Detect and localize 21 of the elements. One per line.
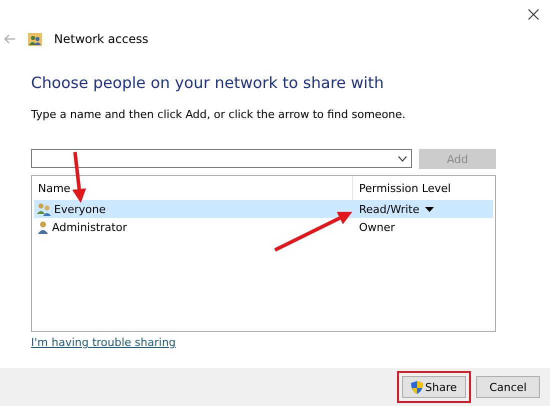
people-icon <box>37 202 51 216</box>
list-row[interactable]: Everyone Read/Write <box>34 200 493 218</box>
dialog-button[interactable]: Cancel <box>476 376 540 398</box>
list-row[interactable]: Administrator Owner <box>34 218 493 236</box>
person-name: Administrator <box>52 220 127 234</box>
window-title: Network access <box>54 32 148 46</box>
permission-level: Read/Write <box>359 202 420 216</box>
column-header[interactable]: Name <box>32 176 352 200</box>
name-combo-field[interactable] <box>31 149 412 168</box>
close-icon[interactable] <box>528 8 538 20</box>
annotation-arrow <box>72 152 86 203</box>
help-link[interactable]: I'm having trouble sharing <box>31 336 176 349</box>
heading: Choose people on your network to share with <box>31 74 385 92</box>
dropdown-caret-icon[interactable] <box>425 206 434 212</box>
permission-level: Owner <box>359 220 395 234</box>
dialog-button[interactable]: Share <box>402 376 466 398</box>
instruction-text: Type a name and then click Add, or click the arrow to find someone. <box>31 108 407 121</box>
person-name: Everyone <box>54 202 106 216</box>
person-icon <box>37 220 49 234</box>
shield-icon <box>411 380 424 394</box>
network-folder-icon <box>28 32 42 46</box>
